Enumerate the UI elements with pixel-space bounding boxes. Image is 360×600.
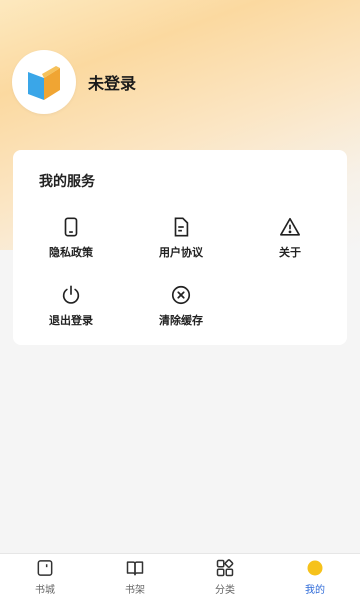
services-card: 我的服务 隐私政策 用户协议 关于 退出登录 清除缓存 [13,150,347,345]
about-button[interactable]: 关于 [235,216,345,260]
tab-category-label: 分类 [215,585,235,596]
about-label: 关于 [279,246,301,259]
clear-cache-button[interactable]: 清除缓存 [126,284,236,328]
tab-category[interactable]: 分类 [180,554,270,600]
logout-button[interactable]: 退出登录 [16,284,126,328]
tab-bookstore-label: 书城 [35,585,55,596]
document-icon [174,217,189,237]
bookstore-icon [37,560,53,576]
tab-bookshelf[interactable]: 书架 [90,554,180,600]
privacy-policy-button[interactable]: 隐私政策 [16,216,126,260]
app-logo-icon [28,66,60,100]
user-agreement-label: 用户协议 [159,246,203,259]
tab-bookshelf-label: 书架 [125,585,145,596]
tab-profile[interactable]: 我的 [270,554,360,600]
tab-bookstore[interactable]: 书城 [0,554,90,600]
clear-cache-label: 清除缓存 [159,314,203,327]
profile-section[interactable]: 未登录 [12,50,136,114]
tab-profile-label: 我的 [305,585,325,596]
privacy-policy-label: 隐私政策 [49,246,93,259]
user-agreement-button[interactable]: 用户协议 [126,216,236,260]
login-status-label[interactable]: 未登录 [88,70,136,94]
bottom-tab-bar: 书城 书架 分类 我的 [0,553,360,600]
clear-icon [171,285,191,305]
services-title: 我的服务 [39,174,95,190]
phone-icon [64,217,78,237]
book-icon [126,561,144,576]
avatar[interactable] [12,50,76,114]
profile-circle-icon [307,560,323,576]
power-icon [62,285,80,304]
logout-label: 退出登录 [49,314,93,327]
warning-icon [280,217,300,236]
category-icon [216,559,234,577]
